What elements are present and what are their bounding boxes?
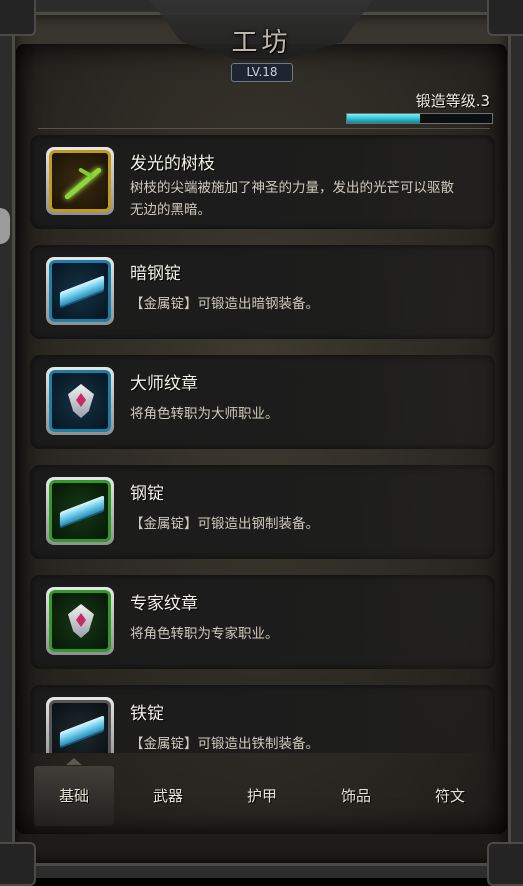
expert-emblem-icon (49, 590, 111, 652)
item-name: 大师纹章 (130, 374, 198, 394)
window-frame: 工坊 LV.18 锻造等级.3 发光的树枝 树枝的尖端被施加了神圣的力量，发出的… (0, 0, 523, 886)
item-slot (46, 587, 114, 655)
corner-ornament (487, 842, 523, 886)
item-list[interactable]: 发光的树枝 树枝的尖端被施加了神圣的力量，发出的光芒可以驱散无边的黑暗。 暗钢锭… (30, 135, 495, 753)
item-name: 暗钢锭 (130, 264, 181, 284)
item-desc: 【金属锭】可锻造出暗钢装备。 (130, 296, 319, 312)
steel-ingot-icon (49, 480, 111, 542)
item-desc: 【金属锭】可锻造出钢制装备。 (130, 516, 319, 532)
tab-basic[interactable]: 基础 (34, 758, 114, 826)
item-slot (46, 697, 114, 753)
tab-label: 符文 (434, 787, 465, 805)
item-slot (46, 367, 114, 435)
tab-accessory[interactable]: 饰品 (316, 766, 396, 826)
item-desc: 树枝的尖端被施加了神圣的力量，发出的光芒可以驱散无边的黑暗。 (130, 180, 454, 218)
dark-steel-ingot-icon (49, 260, 111, 322)
tab-label: 武器 (152, 787, 183, 805)
level-badge: LV.18 (231, 63, 293, 82)
tab-rune[interactable]: 符文 (410, 766, 490, 826)
tab-label: 饰品 (340, 787, 371, 805)
item-desc: 将角色转职为大师职业。 (130, 406, 279, 422)
iron-ingot-icon (49, 700, 111, 753)
tab-armor[interactable]: 护甲 (222, 766, 302, 826)
item-desc: 【金属锭】可锻造出铁制装备。 (130, 736, 319, 752)
forge-level-label: 锻造等级.3 (415, 92, 490, 110)
page-title: 工坊 (231, 28, 292, 58)
list-item[interactable]: 发光的树枝 树枝的尖端被施加了神圣的力量，发出的光芒可以驱散无边的黑暗。 (30, 135, 495, 229)
list-item[interactable]: 大师纹章 将角色转职为大师职业。 (30, 355, 495, 449)
item-desc: 将角色转职为专家职业。 (130, 626, 279, 642)
list-item[interactable]: 铁锭 【金属锭】可锻造出铁制装备。 (30, 685, 495, 753)
list-item[interactable]: 钢锭 【金属锭】可锻造出钢制装备。 (30, 465, 495, 559)
caret-up-icon (66, 758, 82, 765)
item-name: 专家纹章 (130, 594, 198, 614)
item-slot (46, 477, 114, 545)
item-name: 发光的树枝 (130, 154, 215, 174)
forge-progress-fill (347, 114, 420, 123)
tab-weapon[interactable]: 武器 (128, 766, 208, 826)
item-slot (46, 147, 114, 215)
list-item[interactable]: 暗钢锭 【金属锭】可锻造出暗钢装备。 (30, 245, 495, 339)
forge-progress-bar (346, 113, 493, 124)
item-name: 铁锭 (130, 704, 164, 724)
item-slot (46, 257, 114, 325)
divider (38, 128, 490, 129)
side-handle[interactable] (0, 208, 10, 244)
master-emblem-icon (49, 370, 111, 432)
item-name: 钢锭 (130, 484, 164, 504)
glowing-branch-icon (49, 150, 111, 212)
tab-label: 护甲 (246, 787, 277, 805)
tab-label: 基础 (58, 787, 89, 805)
corner-ornament (0, 842, 36, 886)
category-tabs: 基础 武器 护甲 饰品 符文 (34, 758, 494, 826)
list-item[interactable]: 专家纹章 将角色转职为专家职业。 (30, 575, 495, 669)
